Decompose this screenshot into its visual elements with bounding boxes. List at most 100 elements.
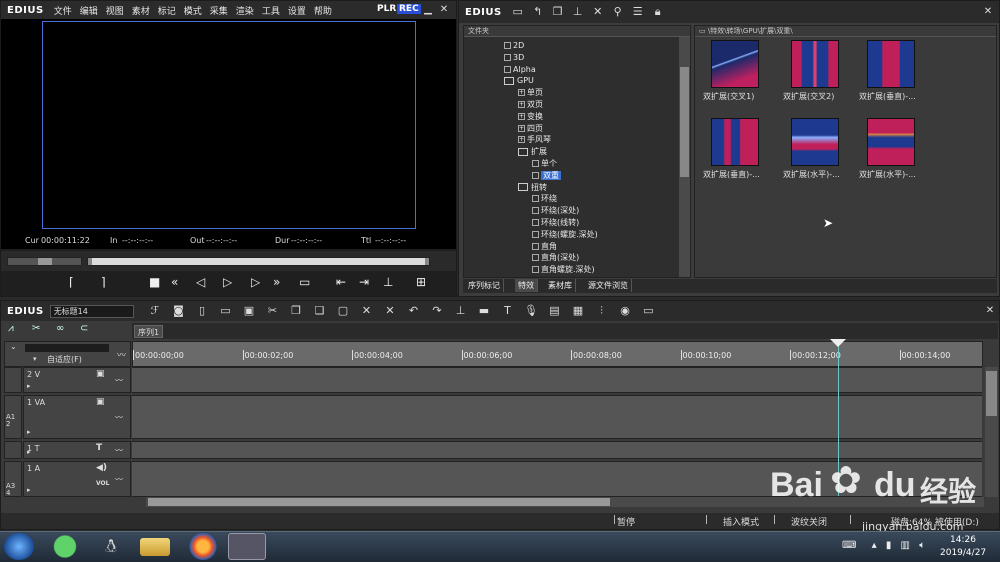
effect-thumbnail[interactable]	[867, 118, 915, 166]
folder-icon[interactable]: ▭	[510, 5, 526, 19]
tree-item[interactable]: +折叠	[518, 276, 543, 277]
jog-handle[interactable]	[38, 258, 52, 265]
play-icon[interactable]: ▷	[223, 275, 232, 289]
vol-label[interactable]: VOL	[96, 480, 109, 487]
mode-label[interactable]: 自适应(F)	[47, 354, 82, 365]
scope-icon[interactable]: ◉	[617, 304, 633, 318]
status-insert[interactable]: 插入模式	[723, 515, 759, 528]
effect-icon[interactable]	[532, 254, 539, 262]
minimize-icon[interactable]: ▁	[421, 3, 435, 17]
cut-mode-icon[interactable]: ✂	[32, 323, 40, 334]
position-slider[interactable]	[87, 257, 430, 266]
menu-item[interactable]: 标记	[154, 7, 180, 17]
track-lane[interactable]	[132, 367, 982, 393]
step-forward-icon[interactable]: ▷	[251, 275, 260, 289]
effect-thumbnail-label[interactable]: 双扩展(水平)-...	[783, 169, 840, 180]
separator-icon[interactable]: ⊥	[570, 5, 586, 19]
tree-item[interactable]: 环绕(线转)	[532, 217, 579, 229]
tree-item[interactable]: Alpha	[504, 64, 536, 76]
effect-icon[interactable]	[504, 65, 511, 73]
tree-item[interactable]: 环绕(螺旋.深处)	[532, 229, 598, 241]
sequence-tab[interactable]: 序列1	[134, 325, 164, 338]
title-track-icon[interactable]: T	[96, 443, 102, 453]
redo-icon[interactable]: ↷	[429, 304, 445, 318]
tray-arrow-icon[interactable]: ▴	[872, 540, 877, 551]
clip-icon[interactable]: ▢	[335, 304, 351, 318]
mode-dropdown-icon[interactable]: ▾	[33, 355, 37, 363]
effect-icon[interactable]	[504, 42, 511, 49]
track-wave-icon[interactable]: 〰	[115, 474, 123, 485]
step-back-icon[interactable]: ◁	[196, 275, 205, 289]
position-handle[interactable]	[88, 258, 92, 265]
tree-item[interactable]: 环绕	[532, 193, 557, 205]
expand-icon[interactable]: +	[518, 136, 525, 144]
menu-item[interactable]: 帮助	[310, 7, 336, 17]
trim-icon[interactable]: ⊥	[383, 275, 393, 289]
copy2-icon[interactable]: ❐	[288, 304, 304, 318]
render-icon[interactable]: ▤	[547, 304, 563, 318]
folder-open-icon[interactable]	[504, 76, 514, 85]
track-wave-icon[interactable]: 〰	[115, 375, 123, 386]
track-mode-icon[interactable]: ⩘	[8, 323, 14, 334]
paste-icon[interactable]: ❏	[312, 304, 328, 318]
effect-icon[interactable]	[532, 266, 539, 274]
mic-icon[interactable]: 🎙︎	[523, 304, 539, 318]
up-folder-icon[interactable]: ↰	[530, 5, 546, 19]
monitor-icon[interactable]: ▣	[96, 397, 105, 407]
volume-icon[interactable]: 🔈︎	[919, 540, 925, 551]
effect-thumbnail[interactable]	[711, 118, 759, 166]
effect-thumbnail-label[interactable]: 双扩展(垂直)-...	[703, 169, 760, 180]
effect-icon[interactable]	[532, 195, 539, 203]
timeline-close-icon[interactable]: ✕	[983, 304, 997, 318]
battery-icon[interactable]: ▮	[886, 540, 892, 551]
effect-thumbnail[interactable]	[711, 40, 759, 88]
camera-icon[interactable]: ◙	[171, 304, 187, 318]
mode-collapse-icon[interactable]: ⌄	[10, 342, 17, 351]
save-icon[interactable]: ▣	[241, 304, 257, 318]
lock-icon[interactable]: 🔒︎	[650, 5, 666, 19]
tree-scrollbar[interactable]	[679, 37, 690, 277]
effect-icon[interactable]	[532, 219, 539, 226]
speaker-icon[interactable]: ◀)	[96, 463, 107, 473]
menu-item[interactable]: 采集	[206, 7, 232, 17]
view-icon[interactable]: ☰	[630, 5, 646, 19]
expand-icon[interactable]: +	[518, 112, 525, 120]
taskbar-explorer-icon[interactable]	[140, 538, 170, 556]
taskbar-qq-icon[interactable]: 🐧︎	[92, 533, 130, 560]
layout-icon[interactable]: ▭	[641, 304, 657, 318]
mixer-icon[interactable]: ⫶	[594, 304, 610, 318]
tree-item[interactable]: + 四页	[518, 123, 543, 135]
taskbar-firefox-icon[interactable]	[184, 533, 222, 560]
tree-item[interactable]: + 单页	[518, 87, 543, 99]
expand-icon[interactable]: +	[518, 101, 525, 108]
copy-icon[interactable]: ❐	[550, 5, 566, 19]
effect-thumbnail[interactable]	[791, 118, 839, 166]
timeline-hscroll-thumb[interactable]	[148, 498, 610, 506]
effects-tab[interactable]: 特效	[515, 279, 538, 292]
menu-item[interactable]: 设置	[284, 7, 310, 17]
sync-icon[interactable]: ⊂	[80, 323, 88, 334]
find-icon[interactable]: ⚲	[610, 5, 626, 19]
tree-item[interactable]: + 双页	[518, 99, 543, 111]
output-icon[interactable]: ⊞	[416, 275, 426, 289]
effect-thumbnail-label[interactable]: 双扩展(交叉2)	[783, 91, 834, 102]
menu-item[interactable]: 文件	[50, 7, 76, 17]
menu-item[interactable]: 视图	[102, 7, 128, 17]
close-icon[interactable]: ✕	[437, 3, 451, 17]
start-button[interactable]	[4, 533, 34, 560]
menu-item[interactable]: 素材	[128, 7, 154, 17]
track-lane[interactable]	[132, 395, 982, 439]
delete-icon[interactable]: ✕	[590, 5, 606, 19]
track-wave-icon[interactable]: 〰	[115, 412, 123, 423]
open-icon[interactable]: ▭	[218, 304, 234, 318]
tree-item[interactable]: 扭转	[518, 182, 547, 194]
undo-icon[interactable]: ↶	[406, 304, 422, 318]
tree-item[interactable]: 双重	[532, 170, 561, 182]
track-side-patch[interactable]	[4, 367, 22, 393]
delete-gap-icon[interactable]: ✕	[359, 304, 375, 318]
effect-icon[interactable]	[532, 242, 539, 250]
keyboard-icon[interactable]: ⌨	[842, 540, 856, 551]
tree-item[interactable]: 直角	[532, 241, 557, 253]
menu-item[interactable]: 渲染	[232, 7, 258, 17]
mark-in-icon[interactable]: ⌈	[69, 275, 74, 289]
